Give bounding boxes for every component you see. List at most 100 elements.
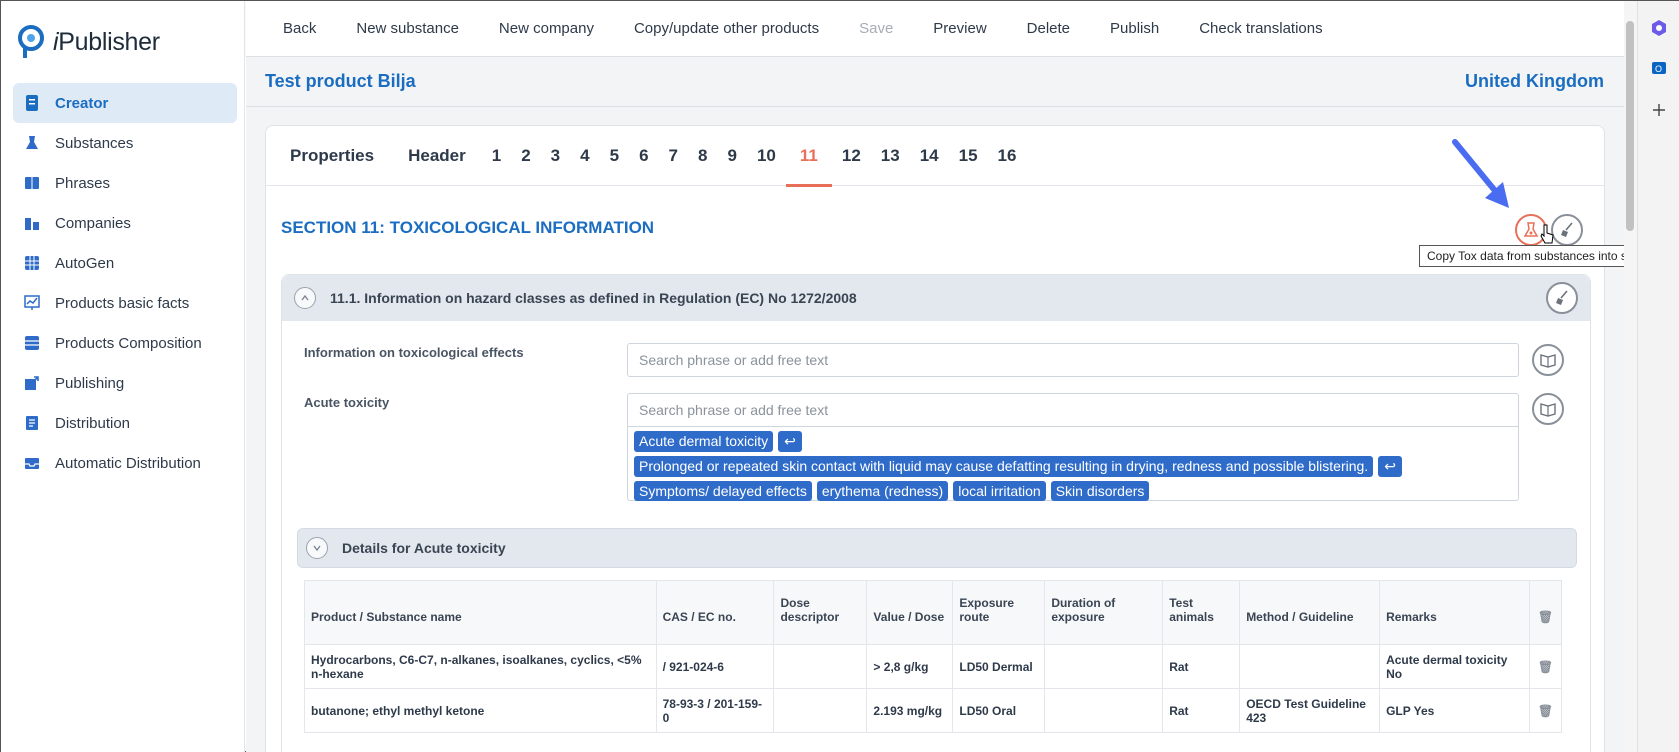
tab-8[interactable]: 8 — [688, 126, 717, 186]
cell-cas: / 921-024-6 — [655, 644, 775, 689]
accordion-header[interactable]: 11.1. Information on hazard classes as d… — [282, 275, 1590, 321]
cell-animals: Rat — [1162, 644, 1241, 689]
tab-5[interactable]: 5 — [600, 126, 629, 186]
cell-remarks: GLP Yes — [1379, 688, 1530, 733]
cell-value: > 2,8 g/kg — [866, 644, 954, 689]
copilot-icon[interactable] — [1650, 19, 1668, 37]
phrase-book-button[interactable] — [1532, 393, 1564, 425]
scrollbar[interactable] — [1624, 1, 1637, 752]
trash-icon[interactable]: 🗑 — [1528, 688, 1563, 733]
book-icon — [1540, 403, 1556, 417]
details-acute-toxicity-accordion[interactable]: Details for Acute toxicity — [297, 528, 1577, 568]
cell-duration — [1044, 644, 1164, 689]
tab-header[interactable]: Header — [398, 126, 476, 186]
delete-button[interactable]: Delete — [1027, 20, 1070, 37]
sidebar: iPublisher Creator Substances Phrases Co… — [1, 1, 245, 752]
preview-button[interactable]: Preview — [933, 20, 986, 37]
col-header[interactable]: Test animals — [1162, 580, 1241, 645]
chevron-up-icon[interactable] — [294, 287, 316, 309]
copy-update-products-button[interactable]: Copy/update other products — [634, 20, 819, 37]
new-company-button[interactable]: New company — [499, 20, 594, 37]
accordion-title: 11.1. Information on hazard classes as d… — [330, 290, 857, 306]
sidebar-item-companies[interactable]: Companies — [13, 203, 237, 243]
cell-route: LD50 Dermal — [952, 644, 1046, 689]
book-icon — [1540, 354, 1556, 368]
sidebar-item-label: Automatic Distribution — [55, 454, 201, 472]
tox-effects-label: Information on toxicological effects — [304, 345, 524, 360]
col-header[interactable]: Dose descriptor — [773, 580, 868, 645]
outlook-icon[interactable]: O — [1650, 59, 1668, 77]
check-translations-button[interactable]: Check translations — [1199, 20, 1322, 37]
annotation-arrow-icon — [1452, 139, 1509, 208]
col-header[interactable]: Value / Dose — [866, 580, 954, 645]
tab-14[interactable]: 14 — [910, 126, 949, 186]
tab-16[interactable]: 16 — [988, 126, 1027, 186]
inbox-icon — [25, 458, 39, 469]
svg-text:O: O — [1655, 64, 1662, 74]
tab-7[interactable]: 7 — [659, 126, 688, 186]
sidebar-item-autogen[interactable]: AutoGen — [13, 243, 237, 283]
document-icon — [26, 95, 38, 111]
tab-1[interactable]: 1 — [482, 126, 511, 186]
sidebar-item-publishing[interactable]: Publishing — [13, 363, 237, 403]
table-row[interactable]: butanone; ethyl methyl ketone 78-93-3 / … — [304, 688, 1563, 733]
new-substance-button[interactable]: New substance — [356, 20, 459, 37]
sidebar-item-automatic-distribution[interactable]: Automatic Distribution — [13, 443, 237, 483]
table-row[interactable]: Hydrocarbons, C6-C7, n-alkanes, isoalkan… — [304, 644, 1563, 689]
tab-4[interactable]: 4 — [570, 126, 599, 186]
phrase-chip[interactable]: Acute dermal toxicity — [634, 431, 774, 452]
tab-6[interactable]: 6 — [629, 126, 658, 186]
col-header[interactable]: Method / Guideline — [1239, 580, 1381, 645]
tab-15[interactable]: 15 — [949, 126, 988, 186]
col-header[interactable]: CAS / EC no. — [655, 580, 775, 645]
tab-11[interactable]: 11 — [785, 126, 832, 187]
phrase-chip[interactable]: Symptoms/ delayed effects — [634, 481, 812, 501]
scrollbar-thumb[interactable] — [1626, 21, 1634, 231]
add-icon[interactable] — [1650, 101, 1668, 119]
phrase-chip[interactable]: erythema (redness) — [816, 481, 949, 501]
publish-button[interactable]: Publish — [1110, 20, 1159, 37]
phrase-chip[interactable]: local irritation — [953, 481, 1046, 501]
col-header[interactable]: Exposure route — [952, 580, 1046, 645]
sidebar-item-creator[interactable]: Creator — [13, 83, 237, 123]
tab-properties[interactable]: Properties — [280, 126, 384, 186]
top-toolbar: Back New substance New company Copy/upda… — [246, 1, 1624, 57]
tab-9[interactable]: 9 — [717, 126, 746, 186]
tab-2[interactable]: 2 — [511, 126, 540, 186]
broom-icon — [1561, 222, 1573, 237]
sidebar-item-phrases[interactable]: Phrases — [13, 163, 237, 203]
country-label: United Kingdom — [1465, 71, 1604, 91]
col-header[interactable]: Remarks — [1379, 580, 1530, 645]
main-content: Test product Bilja United Kingdom Proper… — [246, 57, 1624, 752]
app-logo[interactable]: iPublisher — [17, 25, 160, 59]
sidebar-item-substances[interactable]: Substances — [13, 123, 237, 163]
sidebar-item-label: Distribution — [55, 414, 131, 432]
trash-icon[interactable]: 🗑 — [1528, 644, 1563, 689]
tab-12[interactable]: 12 — [832, 126, 871, 186]
save-button[interactable]: Save — [859, 20, 893, 37]
trash-icon[interactable]: 🗑 — [1528, 580, 1563, 645]
col-header[interactable]: Product / Substance name — [304, 580, 657, 645]
phrase-book-button[interactable] — [1532, 344, 1564, 376]
sidebar-item-label: Products basic facts — [55, 294, 190, 312]
clear-subsection-button[interactable] — [1546, 282, 1578, 314]
sidebar-item-label: Substances — [55, 134, 134, 152]
back-button[interactable]: Back — [283, 20, 316, 37]
acute-toxicity-input[interactable]: Search phrase or add free text — [627, 393, 1519, 427]
phrase-chip[interactable]: Skin disorders — [1050, 481, 1150, 501]
clear-section-button[interactable] — [1551, 214, 1583, 246]
acute-toxicity-phrases[interactable]: Acute dermal toxicity ↩ Prolonged or rep… — [627, 427, 1519, 501]
col-header[interactable]: Duration of exposure — [1044, 580, 1164, 645]
cell-value: 2.193 mg/kg — [866, 688, 954, 733]
tab-13[interactable]: 13 — [871, 126, 910, 186]
sidebar-item-products-basic-facts[interactable]: Products basic facts — [13, 283, 237, 323]
tox-effects-input[interactable]: Search phrase or add free text — [627, 343, 1519, 377]
sidebar-item-label: Creator — [55, 94, 109, 112]
sidebar-item-distribution[interactable]: Distribution — [13, 403, 237, 443]
phrase-chip[interactable]: Prolonged or repeated skin contact with … — [634, 456, 1374, 477]
tab-10[interactable]: 10 — [747, 126, 786, 186]
sidebar-item-products-composition[interactable]: Products Composition — [13, 323, 237, 363]
tab-3[interactable]: 3 — [541, 126, 570, 186]
section-title: SECTION 11: TOXICOLOGICAL INFORMATION — [281, 218, 655, 237]
chevron-down-icon[interactable] — [306, 537, 328, 559]
